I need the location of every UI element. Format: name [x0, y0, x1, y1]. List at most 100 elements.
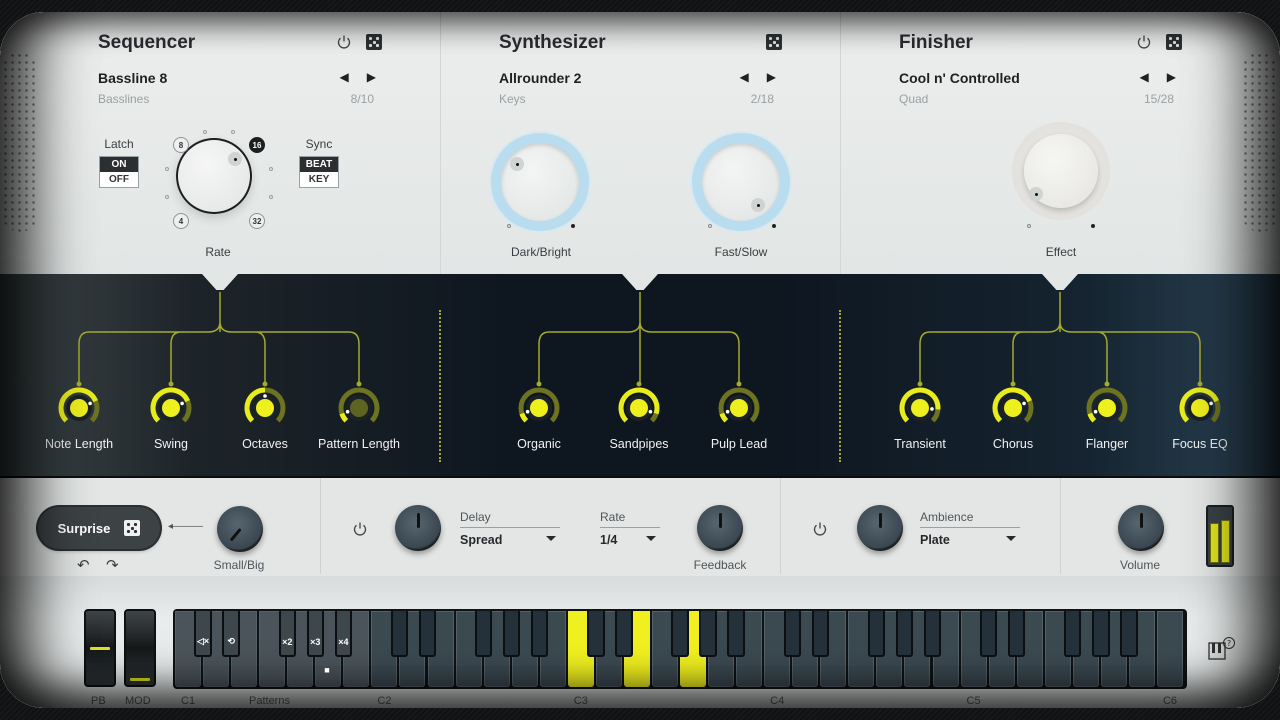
meter-left [1210, 522, 1219, 563]
knob-cap [911, 399, 929, 417]
ambience-knob[interactable] [857, 505, 903, 551]
black-key-F#3[interactable] [671, 611, 689, 657]
next-preset-icon[interactable]: ▶ [767, 70, 776, 84]
black-key-A#2[interactable] [531, 611, 549, 657]
knob-indicator [930, 407, 934, 411]
latch-label: Latch [104, 137, 134, 151]
prev-preset-icon[interactable]: ◀ [340, 70, 349, 84]
black-key-G#3[interactable] [699, 611, 717, 657]
knob-indicator [1022, 401, 1026, 406]
black-key-C#4[interactable] [783, 611, 801, 657]
pitch-bend-wheel[interactable] [84, 609, 116, 687]
delay-knob[interactable] [395, 505, 441, 551]
sync-beat[interactable]: BEAT [300, 157, 338, 172]
black-key-D#3[interactable] [615, 611, 633, 657]
knob-indicator [180, 401, 184, 406]
macro-knob[interactable] [1178, 386, 1222, 430]
keyboard-help-icon[interactable]: ? [1208, 636, 1238, 662]
black-key-A#4[interactable] [923, 611, 942, 657]
knob-cap [530, 399, 548, 417]
knob-label: Fast/Slow [714, 245, 768, 259]
rate-option-4[interactable]: 4 [173, 213, 189, 229]
rate-dropdown[interactable]: 1/4 [600, 527, 660, 547]
rate-step-dot [203, 130, 207, 134]
sync-key[interactable]: KEY [300, 172, 338, 187]
rate-step-dot [269, 167, 273, 171]
black-key-F#5[interactable] [1064, 611, 1082, 657]
effect-knob[interactable] [1012, 122, 1110, 220]
black-key-C#3[interactable] [587, 611, 605, 657]
surprise-button[interactable]: Surprise [38, 507, 160, 549]
dice-icon[interactable] [766, 34, 782, 50]
power-icon[interactable] [1136, 34, 1152, 50]
macro-knob[interactable] [57, 386, 101, 430]
sync-toggle[interactable]: BEAT KEY [299, 156, 339, 188]
ambience-dropdown[interactable]: Plate [920, 527, 1020, 547]
dark-bright-knob[interactable] [491, 133, 589, 231]
black-key-C#1[interactable]: ◁× [194, 611, 212, 657]
black-key-D#5[interactable] [1007, 611, 1026, 657]
panel-title: Synthesizer [499, 32, 606, 53]
dice-icon[interactable] [1166, 34, 1182, 50]
black-key-G#4[interactable] [895, 611, 914, 657]
effects-separator [1060, 478, 1061, 574]
next-preset-icon[interactable]: ▶ [367, 70, 376, 84]
fast-slow-knob[interactable] [692, 133, 790, 231]
latch-on[interactable]: ON [100, 157, 138, 172]
macro-connector-lines [76, 292, 1203, 387]
undo-icon[interactable]: ↶ [77, 556, 90, 574]
macro-knob[interactable] [717, 386, 761, 430]
white-key-C6[interactable] [1156, 611, 1183, 687]
macro-knob[interactable] [337, 386, 381, 430]
power-icon[interactable] [336, 34, 352, 50]
knob-cap [730, 399, 748, 417]
macro-knob[interactable] [243, 386, 287, 430]
prev-preset-icon[interactable]: ◀ [740, 70, 749, 84]
black-key-A#1[interactable]: ×4 [334, 611, 353, 657]
rate-option-16[interactable]: 16 [249, 137, 265, 153]
black-key-A#5[interactable] [1120, 611, 1138, 657]
black-key-C#2[interactable] [390, 611, 409, 657]
latch-toggle[interactable]: ON OFF [99, 156, 139, 188]
preset-name[interactable]: Cool n' Controlled [899, 70, 1020, 86]
knob-pointer [751, 198, 765, 212]
preset-name[interactable]: Allrounder 2 [499, 70, 581, 86]
small-big-knob[interactable] [217, 506, 263, 552]
next-preset-icon[interactable]: ▶ [1167, 70, 1176, 84]
delay-dropdown[interactable]: Spread [460, 527, 560, 547]
black-key-G#5[interactable] [1092, 611, 1110, 657]
macro-knob[interactable] [1085, 386, 1129, 430]
black-key-D#1[interactable]: ⟲ [222, 611, 240, 657]
preset-category: Quad [899, 92, 929, 106]
black-key-C#5[interactable] [979, 611, 998, 657]
feedback-knob[interactable] [697, 505, 743, 551]
preset-name[interactable]: Bassline 8 [98, 70, 167, 86]
dice-icon[interactable] [366, 34, 382, 50]
black-key-D#4[interactable] [811, 611, 829, 657]
knob-indicator [1209, 401, 1213, 406]
macro-knob[interactable] [991, 386, 1035, 430]
black-key-A#3[interactable] [727, 611, 745, 657]
prev-preset-icon[interactable]: ◀ [1140, 70, 1149, 84]
mod-wheel[interactable] [124, 609, 156, 687]
black-key-G#1[interactable]: ×3 [306, 611, 324, 657]
black-key-F#4[interactable] [867, 611, 886, 657]
rate-option-8[interactable]: 8 [173, 137, 189, 153]
delay-power-icon[interactable] [352, 521, 368, 537]
macro-knob[interactable] [617, 386, 661, 430]
macro-knob[interactable] [149, 386, 193, 430]
octave-label: C5 [966, 695, 981, 707]
black-key-D#2[interactable] [418, 611, 437, 657]
black-key-G#2[interactable] [502, 611, 521, 657]
ambience-power-icon[interactable] [812, 521, 828, 537]
redo-icon[interactable]: ↷ [106, 556, 119, 574]
volume-knob[interactable] [1118, 505, 1164, 551]
black-key-F#2[interactable] [474, 611, 493, 657]
knob-cap [256, 399, 274, 417]
black-key-F#1[interactable]: ×2 [278, 611, 296, 657]
latch-off[interactable]: OFF [100, 172, 138, 187]
rate-option-32[interactable]: 32 [249, 213, 265, 229]
macro-knob[interactable] [898, 386, 942, 430]
macro-knob[interactable] [517, 386, 561, 430]
min-marker [708, 224, 712, 228]
